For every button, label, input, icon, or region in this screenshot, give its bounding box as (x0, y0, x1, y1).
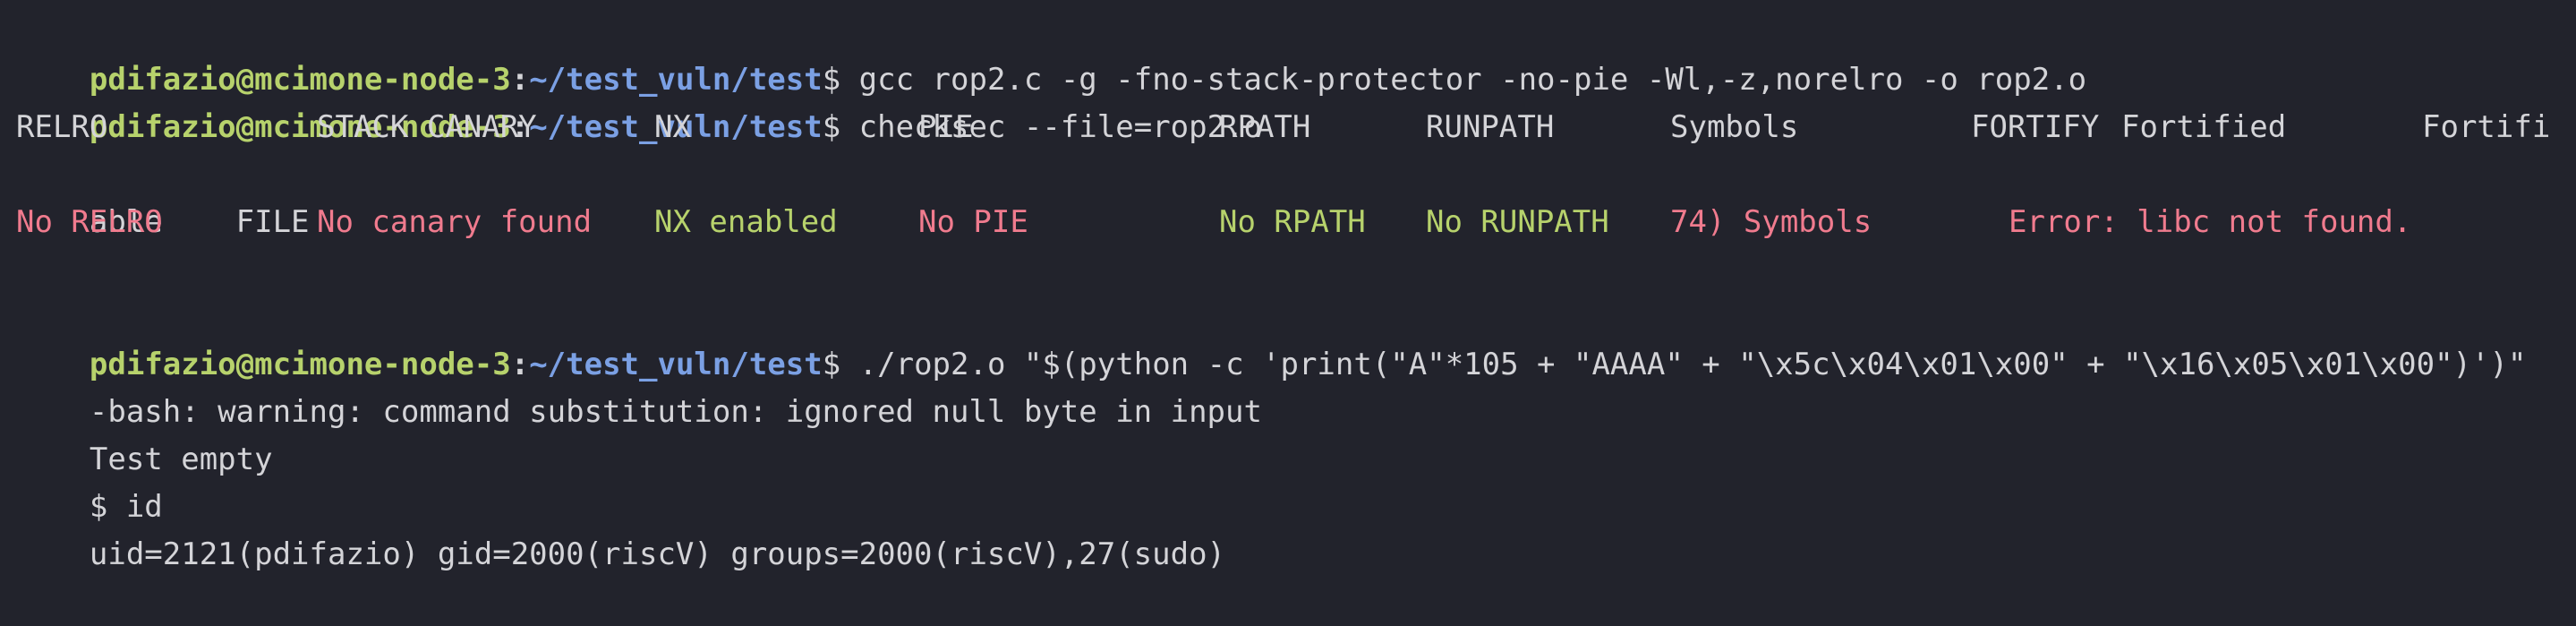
checksec-value-rpath: No RPATH (1219, 204, 1366, 240)
terminal-window[interactable]: pdifazio@mcimone-node-3:~/test_vuln/test… (0, 0, 2576, 572)
checksec-header-fortify: FORTIFY (1971, 109, 2100, 145)
command-gcc: gcc rop2.c -g -fno-stack-protector -no-p… (858, 62, 2087, 98)
checksec-header-row: RELRO STACK CANARY NX PIE RPATH RUNPATH … (16, 104, 2576, 151)
checksec-value-nx: NX enabled (654, 204, 838, 240)
terminal-line-id-result: uid=2121(pdifazio) gid=2000(riscV) group… (16, 484, 2576, 572)
checksec-value-relro: No RELRO (16, 204, 163, 240)
terminal-line-shell-id: $ id (16, 436, 2576, 525)
checksec-value-fortify-error: Error: libc not found. (2009, 204, 2412, 240)
prompt-path: ~/test_vuln/test (529, 62, 823, 98)
prompt-path: ~/test_vuln/test (529, 347, 823, 382)
checksec-header-nx: NX (654, 109, 691, 145)
prompt-dollar: $ (822, 347, 841, 382)
terminal-line-gcc: pdifazio@mcimone-node-3:~/test_vuln/test… (16, 9, 2576, 98)
prompt-separator: : (510, 347, 530, 382)
checksec-value-runpath: No RUNPATH (1426, 204, 1609, 240)
checksec-header-relro: RELRO (16, 109, 108, 145)
command-exploit: ./rop2.o "$(python -c 'print("A"*105 + "… (858, 347, 2527, 382)
prompt-dollar: $ (822, 62, 841, 98)
checksec-header-stack-canary: STACK CANARY (317, 109, 537, 145)
checksec-value-pie: No PIE (918, 204, 1028, 240)
checksec-value-stack-canary: No canary found (317, 204, 593, 240)
checksec-header-fortifiable: Fortifi (2422, 109, 2551, 145)
bash-warning-text: -bash: warning: command substitution: ig… (89, 394, 1262, 430)
checksec-header-pie: PIE (918, 109, 974, 145)
checksec-values-row: No RELRO No canary found NX enabled No P… (16, 199, 2576, 246)
shell-id-command: $ id (89, 489, 163, 525)
prompt-user-host: pdifazio@mcimone-node-3 (89, 62, 511, 98)
checksec-header-symbols: Symbols (1670, 109, 1799, 145)
program-output-text: Test empty (89, 442, 273, 477)
prompt-user-host: pdifazio@mcimone-node-3 (89, 347, 511, 382)
prompt-separator: : (510, 62, 530, 98)
checksec-header-fortified: Fortified (2121, 109, 2287, 145)
checksec-header-runpath: RUNPATH (1426, 109, 1555, 145)
checksec-header-rpath: RPATH (1219, 109, 1311, 145)
checksec-header-wrap: able FILE (16, 151, 2576, 240)
checksec-value-symbols: 74) Symbols (1670, 204, 1872, 240)
terminal-line-exploit: pdifazio@mcimone-node-3:~/test_vuln/test… (16, 294, 2576, 382)
id-result-text: uid=2121(pdifazio) gid=2000(riscV) group… (89, 536, 1226, 572)
